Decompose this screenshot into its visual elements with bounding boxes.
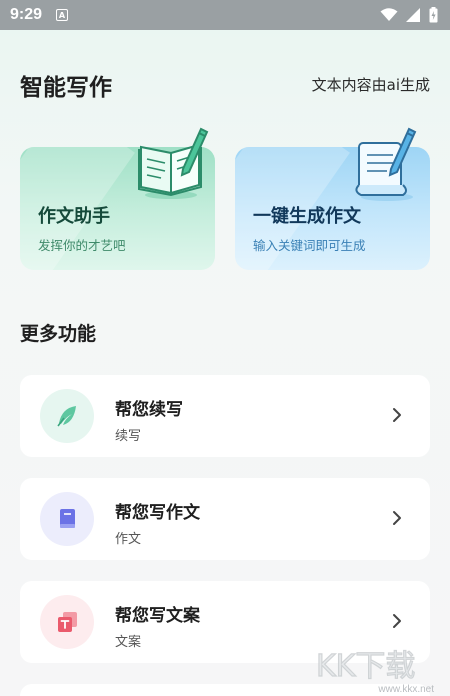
card-title: 一键生成作文 <box>253 206 361 227</box>
battery-icon <box>429 7 438 23</box>
item-subtitle: 作文 <box>115 532 142 547</box>
notebook-pen-icon <box>138 127 209 199</box>
book-icon <box>60 509 75 528</box>
page-title: 智能写作 <box>20 75 112 101</box>
item-title: 帮您写文案 <box>115 606 200 626</box>
status-bar: 9:29 A <box>0 0 450 30</box>
watermark-url: www.kkx.net <box>378 684 434 695</box>
wifi-icon <box>380 8 398 21</box>
scroll-pen-icon <box>355 127 417 201</box>
icon-circle <box>40 389 94 443</box>
one-click-essay-card[interactable]: 一键生成作文 输入关键词即可生成 <box>235 127 430 270</box>
chevron-right-icon <box>393 511 401 525</box>
item-title: 帮您续写 <box>115 400 183 420</box>
ai-generated-note: 文本内容由ai生成 <box>311 76 430 94</box>
feather-icon <box>57 406 76 427</box>
chevron-right-icon <box>393 614 401 628</box>
svg-text:KK下载: KK下载 <box>316 649 415 684</box>
status-time: 9:29 <box>10 6 43 23</box>
signal-icon <box>406 8 420 22</box>
chevron-right-icon <box>393 408 401 422</box>
status-icons <box>380 7 438 23</box>
item-subtitle: 续写 <box>115 429 142 444</box>
essay-assistant-card[interactable]: 作文助手 发挥你的才艺吧 <box>20 127 215 270</box>
notification-app-icon: A <box>56 9 69 21</box>
list-item-continue-writing[interactable]: 帮您续写 续写 <box>20 375 430 457</box>
document-t-icon <box>58 612 77 632</box>
item-title: 帮您写作文 <box>115 503 200 523</box>
item-subtitle: 文案 <box>115 635 142 650</box>
icon-circle <box>40 595 94 649</box>
section-title: 更多功能 <box>20 323 97 345</box>
card-subtitle: 发挥你的才艺吧 <box>38 238 126 253</box>
icon-circle <box>40 492 94 546</box>
card-subtitle: 输入关键词即可生成 <box>253 238 366 253</box>
list-item-write-essay[interactable]: 帮您写作文 作文 <box>20 478 430 560</box>
card-title: 作文助手 <box>38 206 110 227</box>
